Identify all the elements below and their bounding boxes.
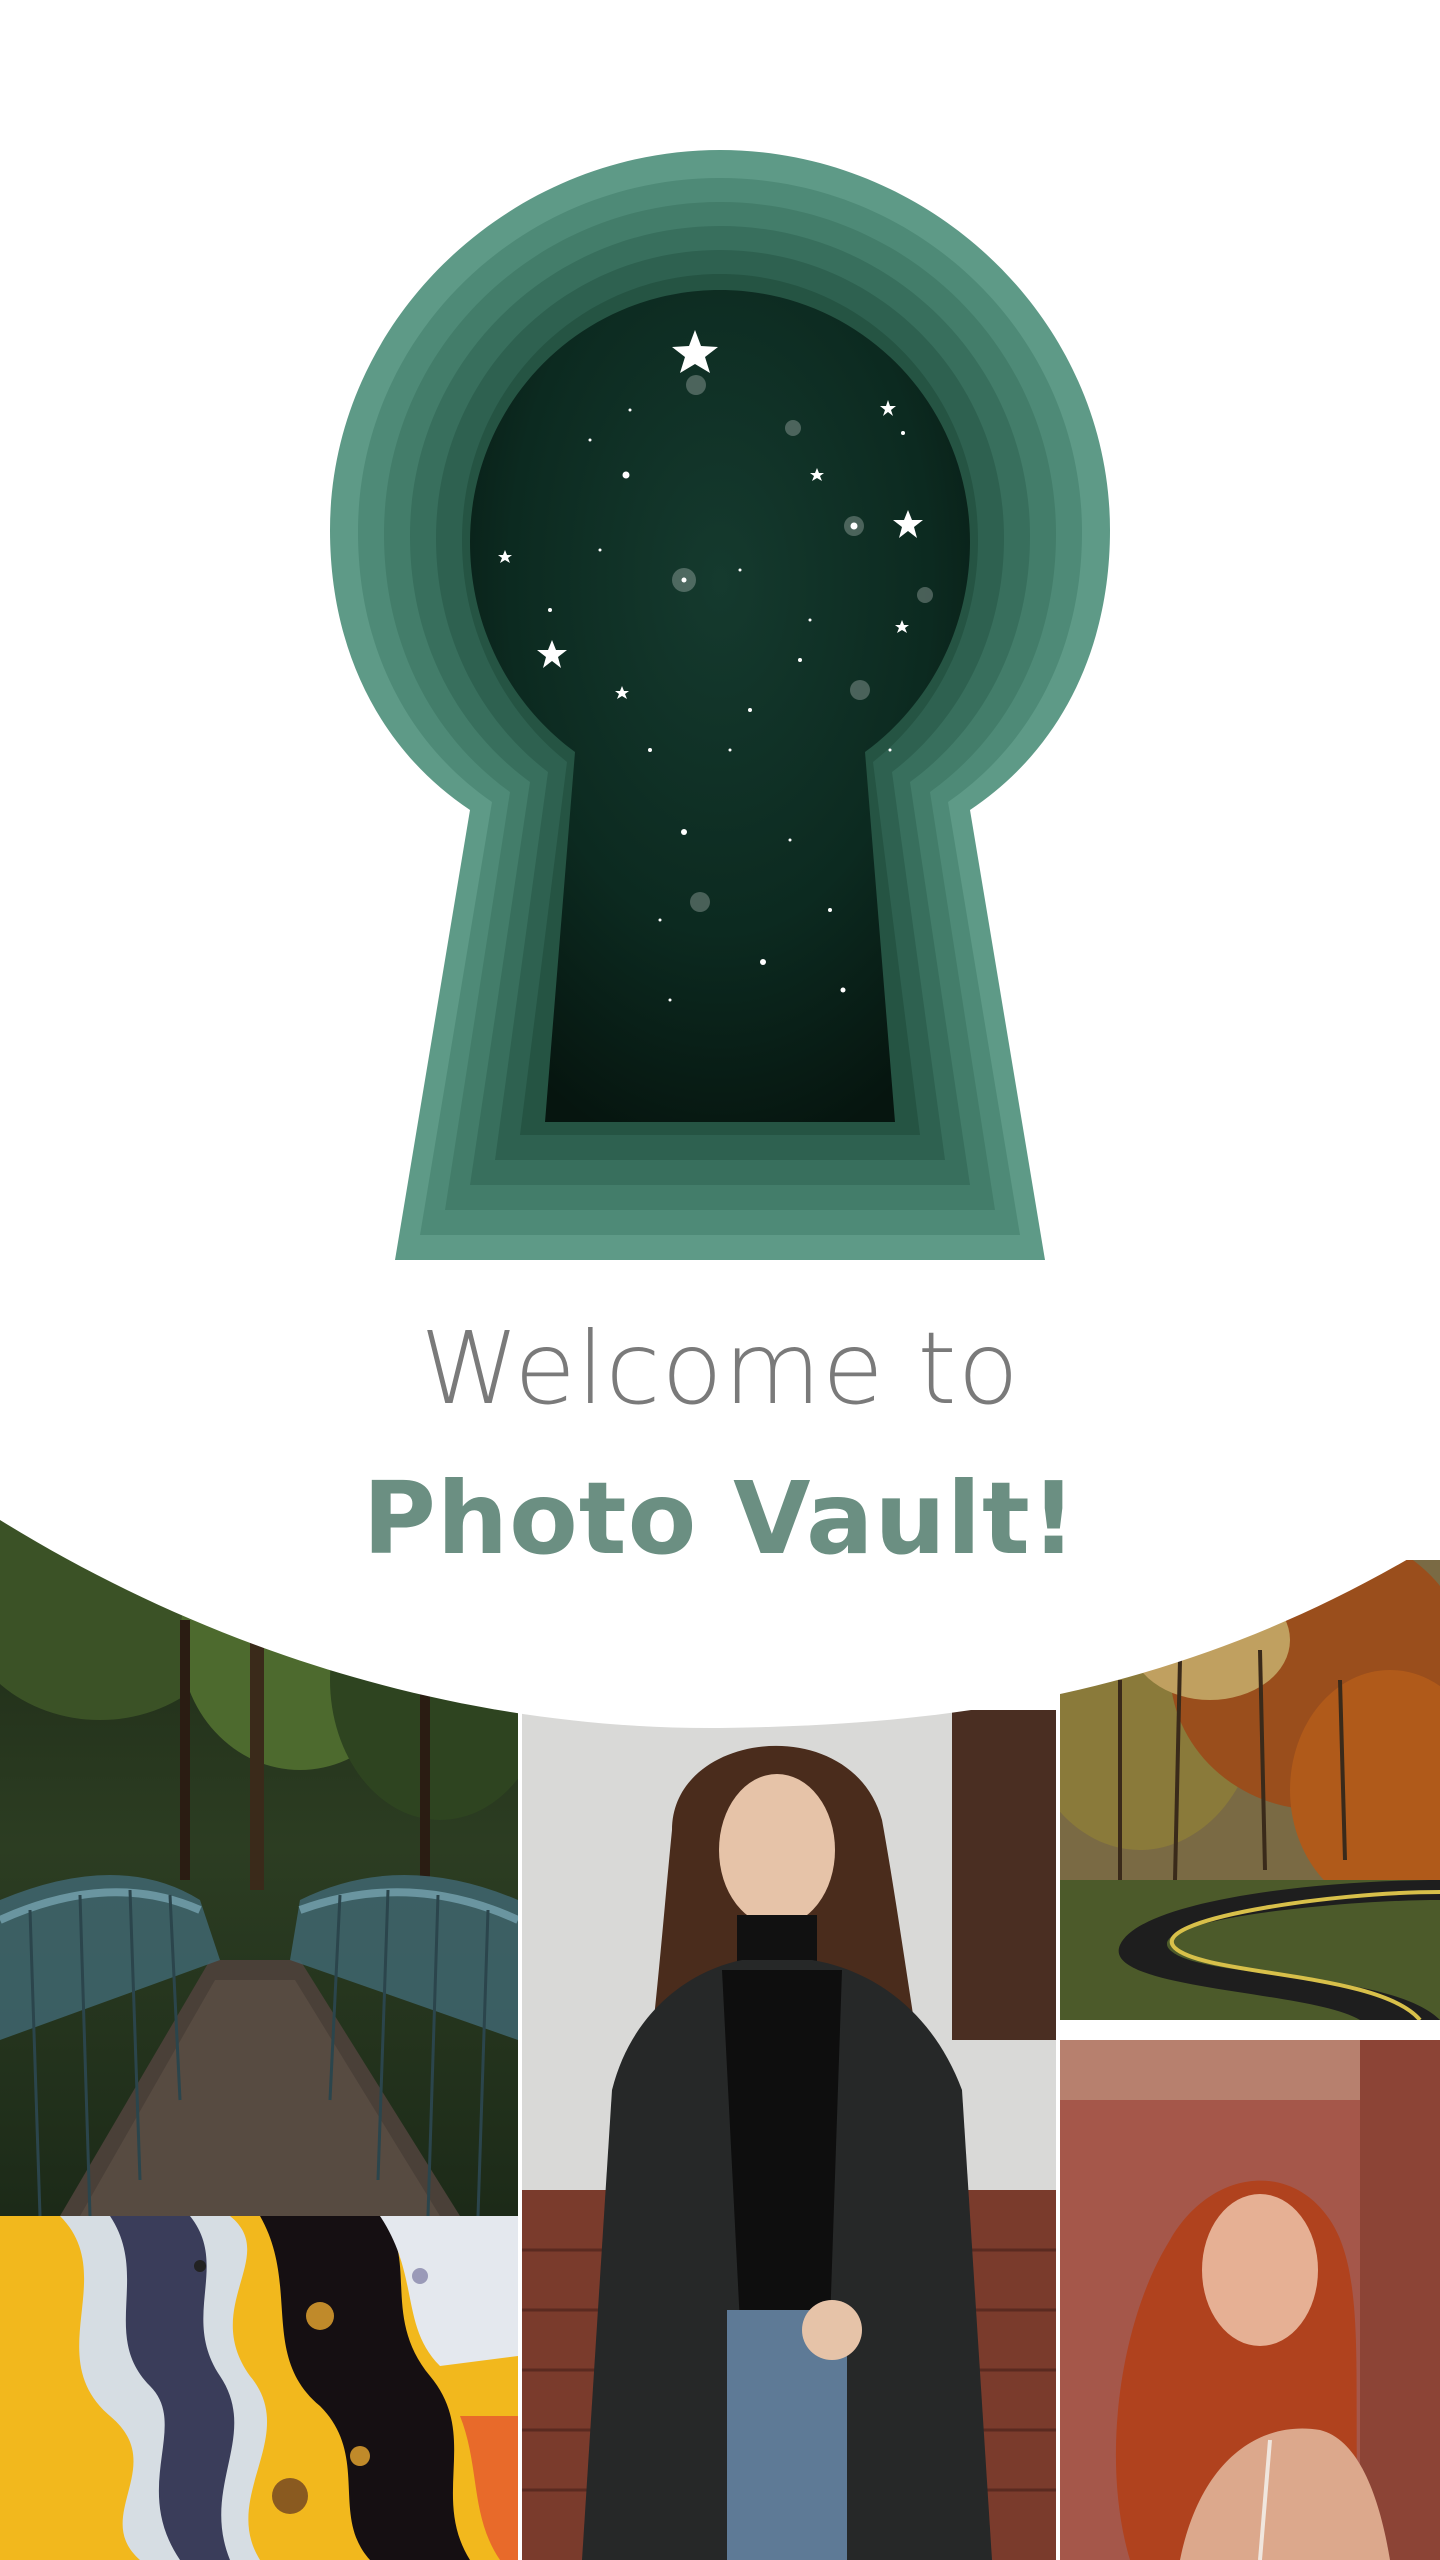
hero-section: Welcome to Photo Vault! [0, 0, 1440, 1740]
welcome-text: Welcome to [420, 1310, 1020, 1427]
photo-woman-in-leather-coat [522, 1710, 1056, 2560]
welcome-screen: Welcome to Photo Vault! [0, 0, 1440, 2560]
photo-redhead-portrait [1060, 2040, 1440, 2560]
keyhole-icon [330, 150, 1110, 1260]
photo-abstract-fluid-art [0, 2216, 518, 2560]
app-title: Photo Vault! [362, 1460, 1078, 1577]
